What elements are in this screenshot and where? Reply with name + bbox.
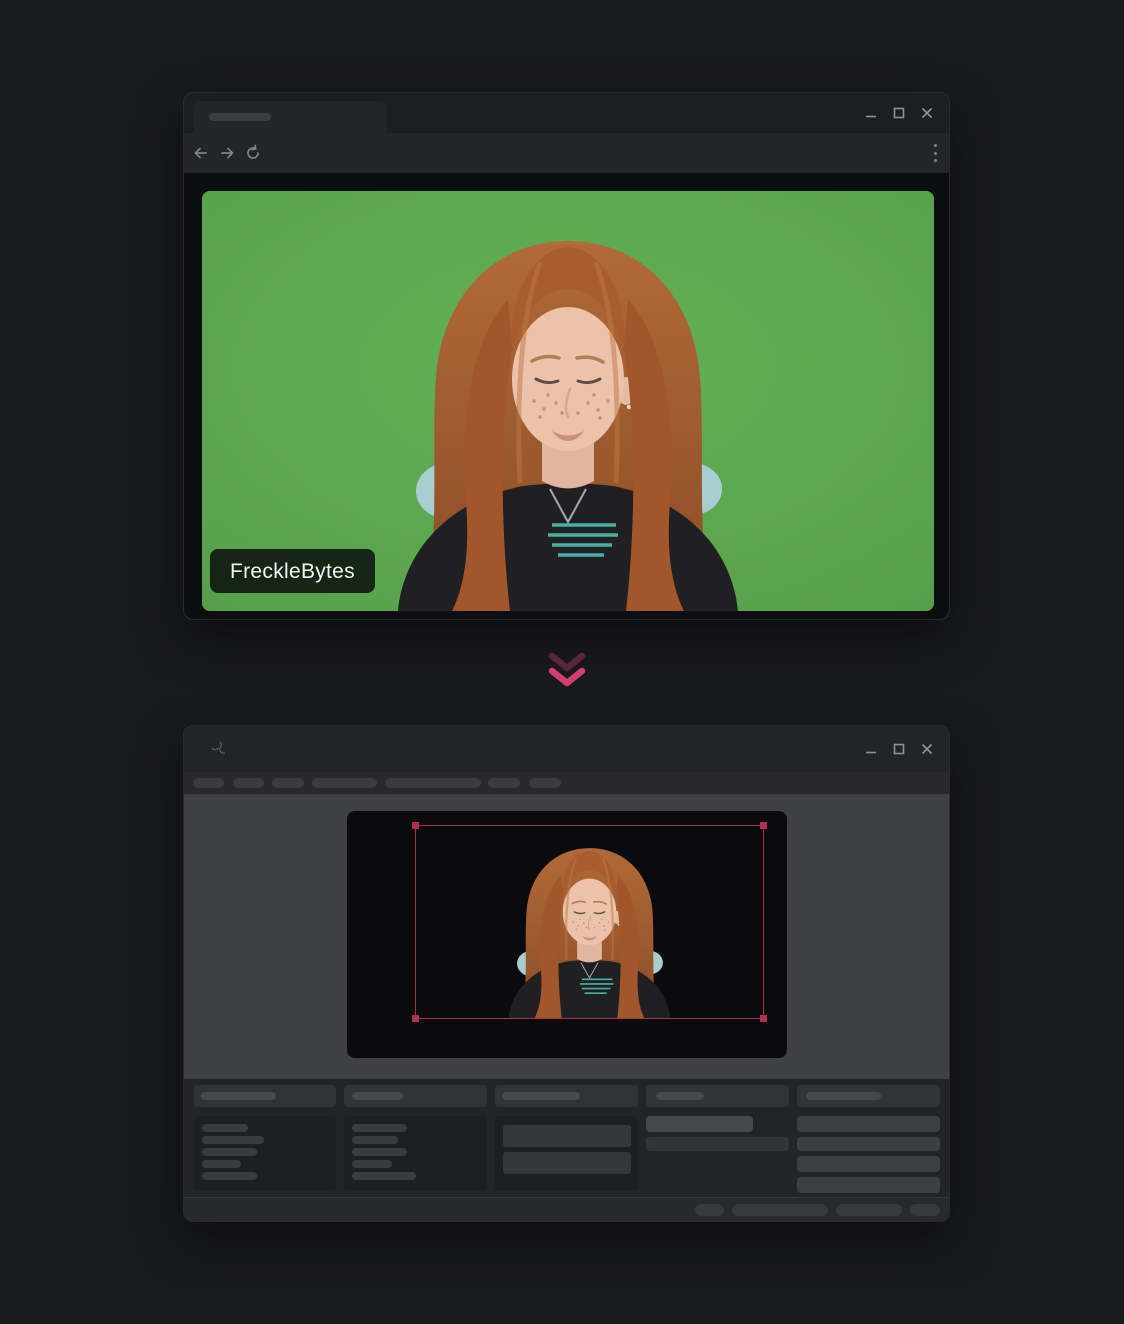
menu-item-placeholder[interactable]	[272, 778, 304, 788]
list-item-placeholder[interactable]	[352, 1136, 398, 1144]
status-placeholder	[910, 1204, 940, 1216]
dock-header	[646, 1085, 789, 1107]
menu-item-placeholder[interactable]	[233, 778, 264, 788]
video-watermark: FreckleBytes	[210, 549, 375, 593]
list-item-placeholder[interactable]	[202, 1148, 257, 1156]
maximize-icon[interactable]	[893, 743, 905, 755]
dock-list	[344, 1116, 487, 1191]
menu-item-placeholder[interactable]	[385, 778, 481, 788]
swirl-logo-icon	[209, 739, 229, 759]
button-placeholder[interactable]	[797, 1177, 940, 1193]
list-item-placeholder[interactable]	[352, 1172, 416, 1180]
editor-canvas	[184, 794, 949, 1079]
control-placeholder[interactable]	[646, 1116, 753, 1132]
tab-title-placeholder	[209, 113, 271, 121]
close-icon[interactable]	[921, 107, 933, 119]
minimize-icon[interactable]	[865, 107, 877, 119]
status-placeholder	[695, 1204, 724, 1216]
dock-header	[495, 1085, 638, 1107]
browser-navbar	[184, 133, 949, 173]
button-placeholder[interactable]	[797, 1137, 940, 1151]
editor-window-controls	[865, 726, 933, 772]
scene-preview	[347, 811, 787, 1058]
button-placeholder[interactable]	[797, 1116, 940, 1132]
dock-header	[344, 1085, 487, 1107]
close-icon[interactable]	[921, 743, 933, 755]
dock-header	[797, 1085, 940, 1107]
editor-statusbar	[184, 1197, 949, 1221]
kebab-menu-icon[interactable]	[933, 144, 937, 162]
resize-handle-bottom-left[interactable]	[412, 1015, 419, 1022]
button-placeholder[interactable]	[797, 1156, 940, 1172]
browser-content: FreckleBytes	[184, 173, 949, 619]
resize-handle-top-right[interactable]	[760, 822, 767, 829]
control-placeholder[interactable]	[646, 1137, 789, 1151]
list-item-placeholder[interactable]	[202, 1124, 248, 1132]
dock-title-placeholder	[352, 1092, 403, 1100]
editor-window	[183, 725, 950, 1222]
editor-menubar	[184, 772, 949, 794]
list-item-placeholder[interactable]	[202, 1136, 264, 1144]
list-item-placeholder[interactable]	[202, 1160, 241, 1168]
minimize-icon[interactable]	[865, 743, 877, 755]
webcam-video-greenscreen: FreckleBytes	[202, 191, 934, 611]
menu-item-placeholder[interactable]	[193, 778, 224, 788]
status-placeholder	[732, 1204, 828, 1216]
browser-tabstrip	[184, 93, 949, 133]
reload-icon[interactable]	[244, 144, 262, 162]
double-chevron-down-icon	[543, 649, 591, 695]
audio-meter-placeholder	[503, 1125, 631, 1147]
dock-title-placeholder	[201, 1092, 276, 1100]
browser-tab[interactable]	[194, 101, 387, 133]
back-icon[interactable]	[192, 144, 210, 162]
forward-icon[interactable]	[218, 144, 236, 162]
list-item-placeholder[interactable]	[352, 1124, 407, 1132]
list-item-placeholder[interactable]	[352, 1160, 392, 1168]
dock-title-placeholder	[502, 1092, 580, 1100]
source-selection-box[interactable]	[415, 825, 764, 1019]
dock-header	[194, 1085, 336, 1107]
editor-titlebar	[184, 726, 949, 772]
resize-handle-bottom-right[interactable]	[760, 1015, 767, 1022]
resize-handle-top-left[interactable]	[412, 822, 419, 829]
audio-meter-placeholder	[503, 1152, 631, 1174]
menu-item-placeholder[interactable]	[488, 778, 520, 788]
browser-window-controls	[865, 93, 933, 133]
maximize-icon[interactable]	[893, 107, 905, 119]
dock-mixer	[495, 1116, 638, 1191]
browser-window: FreckleBytes	[183, 92, 950, 620]
editor-docks	[184, 1079, 949, 1199]
dock-title-placeholder	[806, 1092, 881, 1100]
dock-title-placeholder	[656, 1092, 704, 1100]
greenscreen-frame	[202, 191, 934, 611]
status-placeholder	[836, 1204, 902, 1216]
list-item-placeholder[interactable]	[202, 1172, 257, 1180]
menu-item-placeholder[interactable]	[529, 778, 561, 788]
list-item-placeholder[interactable]	[352, 1148, 407, 1156]
menu-item-placeholder[interactable]	[312, 778, 377, 788]
dock-list	[194, 1116, 336, 1191]
